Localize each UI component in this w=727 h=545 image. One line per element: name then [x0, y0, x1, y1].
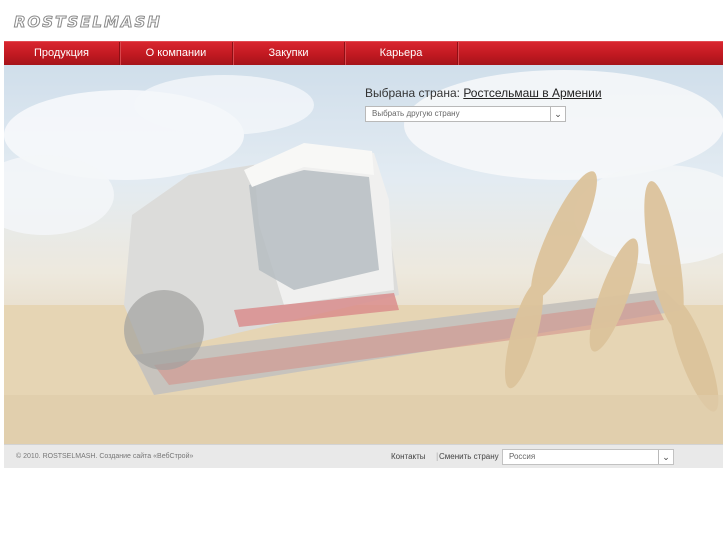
change-country-link[interactable]: Сменить страну — [439, 452, 499, 461]
nav-item-procurement[interactable]: Закупки — [233, 42, 345, 65]
selected-country-prefix: Выбрана страна: — [365, 86, 460, 100]
site-footer: © 2010. ROSTSELMASH. Создание сайта «Веб… — [4, 444, 723, 468]
chevron-down-icon[interactable]: ⌄ — [658, 450, 673, 464]
selected-country-link[interactable]: Ростсельмаш в Армении — [463, 86, 601, 100]
nav-item-about[interactable]: О компании — [120, 42, 233, 65]
hero-combine-harvester-image — [4, 65, 723, 444]
copyright-text: © 2010. ROSTSELMASH. Создание сайта «Веб… — [16, 453, 194, 460]
nav-item-careers[interactable]: Карьера — [345, 42, 458, 65]
nav-item-products[interactable]: Продукция — [4, 42, 120, 65]
footer-country-select-value: Россия — [509, 452, 536, 461]
selected-country-line: Выбрана страна: Ростсельмаш в Армении — [365, 86, 665, 100]
rostselmash-logo[interactable]: ROSTSELMASH — [14, 13, 194, 32]
country-selector-panel: Выбрана страна: Ростсельмаш в Армении Вы… — [365, 86, 665, 122]
contacts-link[interactable]: Контакты — [391, 452, 426, 461]
main-navigation: Продукция О компании Закупки Карьера — [4, 41, 723, 65]
chevron-down-icon[interactable]: ⌄ — [550, 107, 565, 121]
hero-illustration — [4, 65, 723, 444]
other-country-select-value: Выбрать другую страну — [372, 109, 460, 118]
footer-country-select[interactable]: Россия ⌄ — [502, 449, 674, 465]
site-header: ROSTSELMASH — [0, 0, 727, 42]
footer-separator: | — [436, 451, 439, 461]
other-country-select[interactable]: Выбрать другую страну ⌄ — [365, 106, 566, 122]
